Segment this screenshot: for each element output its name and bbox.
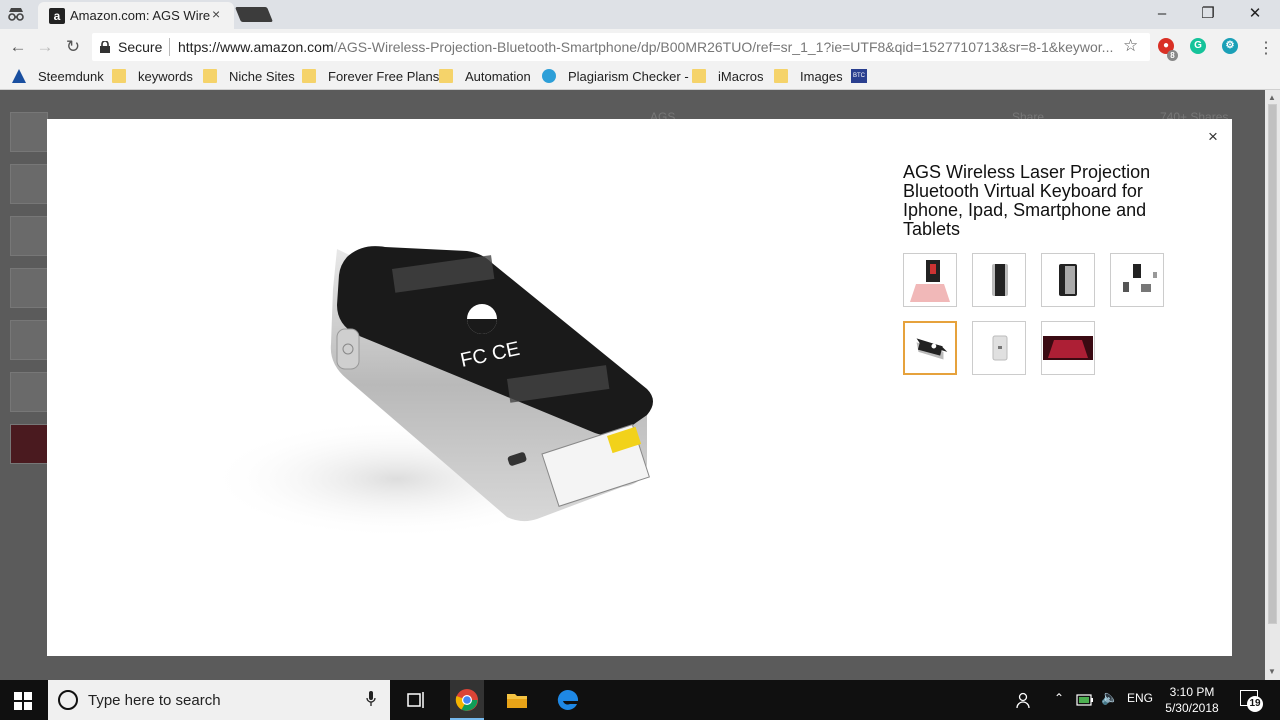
steemdunk-icon [12, 69, 26, 83]
windows-start-icon[interactable] [14, 692, 32, 710]
bookmarks-bar: Steemdunk keywords Niche Sites Forever F… [0, 64, 1280, 90]
restore-icon[interactable]: ❐ [1193, 4, 1223, 24]
modal-close-icon[interactable]: × [1208, 127, 1218, 147]
back-icon[interactable]: ← [7, 36, 29, 58]
bookmark-label: Forever Free Plans [328, 69, 440, 84]
browser-tab[interactable]: a Amazon.com: AGS Wireless Laser Project… [38, 2, 234, 29]
taskbar-search-box[interactable]: Type here to search [48, 680, 390, 720]
secure-label: Secure [118, 39, 163, 55]
product-main-image: FC CE [207, 246, 653, 539]
tab-close-icon[interactable]: × [212, 6, 220, 22]
edge-icon[interactable] [556, 688, 580, 712]
scroll-up-icon[interactable]: ▲ [1268, 93, 1276, 102]
system-clock[interactable]: 3:10 PM 5/30/2018 [1164, 684, 1220, 716]
page-scrollbar[interactable]: ▲ ▼ [1265, 90, 1280, 680]
thumbnail-image [916, 338, 948, 360]
amazon-favicon-icon: a [49, 8, 65, 24]
page-thumbnail [10, 424, 48, 464]
folder-icon [112, 69, 126, 83]
bookmark-label: Images [800, 69, 843, 84]
url-path: /AGS-Wireless-Projection-Bluetooth-Smart… [333, 39, 1114, 55]
thumbnail-2[interactable] [972, 253, 1026, 307]
volume-icon[interactable]: 🔈 [1101, 689, 1118, 706]
folder-icon [203, 69, 217, 83]
task-view-icon[interactable] [404, 688, 428, 712]
page-thumbnail [10, 320, 48, 360]
folder-icon [692, 69, 706, 83]
thumbnail-image [910, 260, 950, 302]
chrome-taskbar-button[interactable] [450, 680, 484, 720]
extension-badge-count: 8 [1167, 50, 1178, 61]
menu-icon[interactable]: ⋮ [1258, 38, 1274, 58]
grammarly-icon[interactable]: G [1190, 38, 1206, 54]
bookmark-star-icon[interactable]: ☆ [1123, 36, 1138, 56]
bookmark-label: Automation [465, 69, 531, 84]
thumbnail-image [1043, 336, 1093, 360]
lock-icon [100, 41, 110, 53]
tab-title: Amazon.com: AGS Wireless Laser Projectio… [70, 8, 210, 23]
page-thumbnail [10, 216, 48, 256]
notification-count: 19 [1247, 696, 1263, 712]
thumbnail-image [1123, 264, 1157, 292]
chrome-icon [455, 689, 478, 711]
bookmark-label: Plagiarism Checker - [568, 69, 689, 84]
thumbnail-1[interactable] [903, 253, 957, 307]
incognito-icon [8, 8, 24, 21]
image-viewer-modal: × FC CE AGS Wireless Laser Projection Bl… [47, 119, 1232, 656]
microphone-icon[interactable] [366, 691, 376, 707]
bookmark-label: Niche Sites [229, 69, 295, 84]
clock-time: 3:10 PM [1169, 685, 1215, 699]
forward-icon[interactable]: → [34, 36, 56, 58]
thumbnail-image [992, 335, 1008, 361]
language-indicator[interactable]: ENG [1127, 691, 1153, 705]
thumbnail-7[interactable] [1041, 321, 1095, 375]
cortana-icon [58, 690, 78, 710]
url-text[interactable]: https://www.amazon.com/AGS-Wireless-Proj… [178, 39, 1123, 55]
browser-toolbar: ← → ↻ Secure https://www.amazon.com/AGS-… [0, 29, 1280, 64]
folder-icon [302, 69, 316, 83]
thumbnail-5-selected[interactable] [903, 321, 957, 375]
windows-taskbar: Type here to search ⌃ 🔈 ENG 3:10 PM 5/30… [0, 680, 1280, 720]
url-domain: https://www.amazon.com [178, 39, 334, 55]
scrollbar-thumb[interactable] [1268, 104, 1277, 624]
page-thumbnail [10, 372, 48, 412]
battery-icon[interactable] [1076, 693, 1094, 707]
file-explorer-icon[interactable] [505, 688, 529, 712]
address-bar[interactable]: Secure https://www.amazon.com/AGS-Wirele… [92, 33, 1150, 61]
thumbnail-4[interactable] [1110, 253, 1164, 307]
plagiarism-icon [542, 69, 556, 83]
bookmark-label: Steemdunk [38, 69, 104, 84]
search-placeholder: Type here to search [88, 692, 221, 709]
gear-extension-icon[interactable]: ⚙ [1222, 38, 1238, 54]
scroll-down-icon[interactable]: ▼ [1268, 667, 1276, 676]
minimize-icon[interactable]: – [1147, 4, 1177, 24]
folder-icon [439, 69, 453, 83]
bookmark-label: iMacros [718, 69, 764, 84]
window-close-icon[interactable]: ✕ [1240, 4, 1270, 24]
thumbnail-6[interactable] [972, 321, 1026, 375]
show-hidden-icons-icon[interactable]: ⌃ [1054, 691, 1064, 705]
btc-icon: BTC [851, 69, 867, 83]
people-icon[interactable] [1015, 690, 1035, 710]
chrome-titlebar: a Amazon.com: AGS Wireless Laser Project… [0, 0, 1280, 29]
action-center-icon[interactable]: 19 [1240, 690, 1263, 712]
page-thumbnail [10, 164, 48, 204]
thumbnail-image [1059, 264, 1077, 296]
page-thumbnail [10, 268, 48, 308]
folder-icon [774, 69, 788, 83]
product-title: AGS Wireless Laser Projection Bluetooth … [903, 162, 1151, 239]
thumbnail-image [992, 264, 1008, 296]
thumbnail-3[interactable] [1041, 253, 1095, 307]
omnibox-divider [169, 38, 170, 56]
page-thumbnail [10, 112, 48, 152]
clock-date: 5/30/2018 [1165, 701, 1219, 715]
bookmark-label: keywords [138, 69, 193, 84]
reload-icon[interactable]: ↻ [62, 36, 84, 58]
new-tab-button[interactable] [234, 7, 274, 22]
